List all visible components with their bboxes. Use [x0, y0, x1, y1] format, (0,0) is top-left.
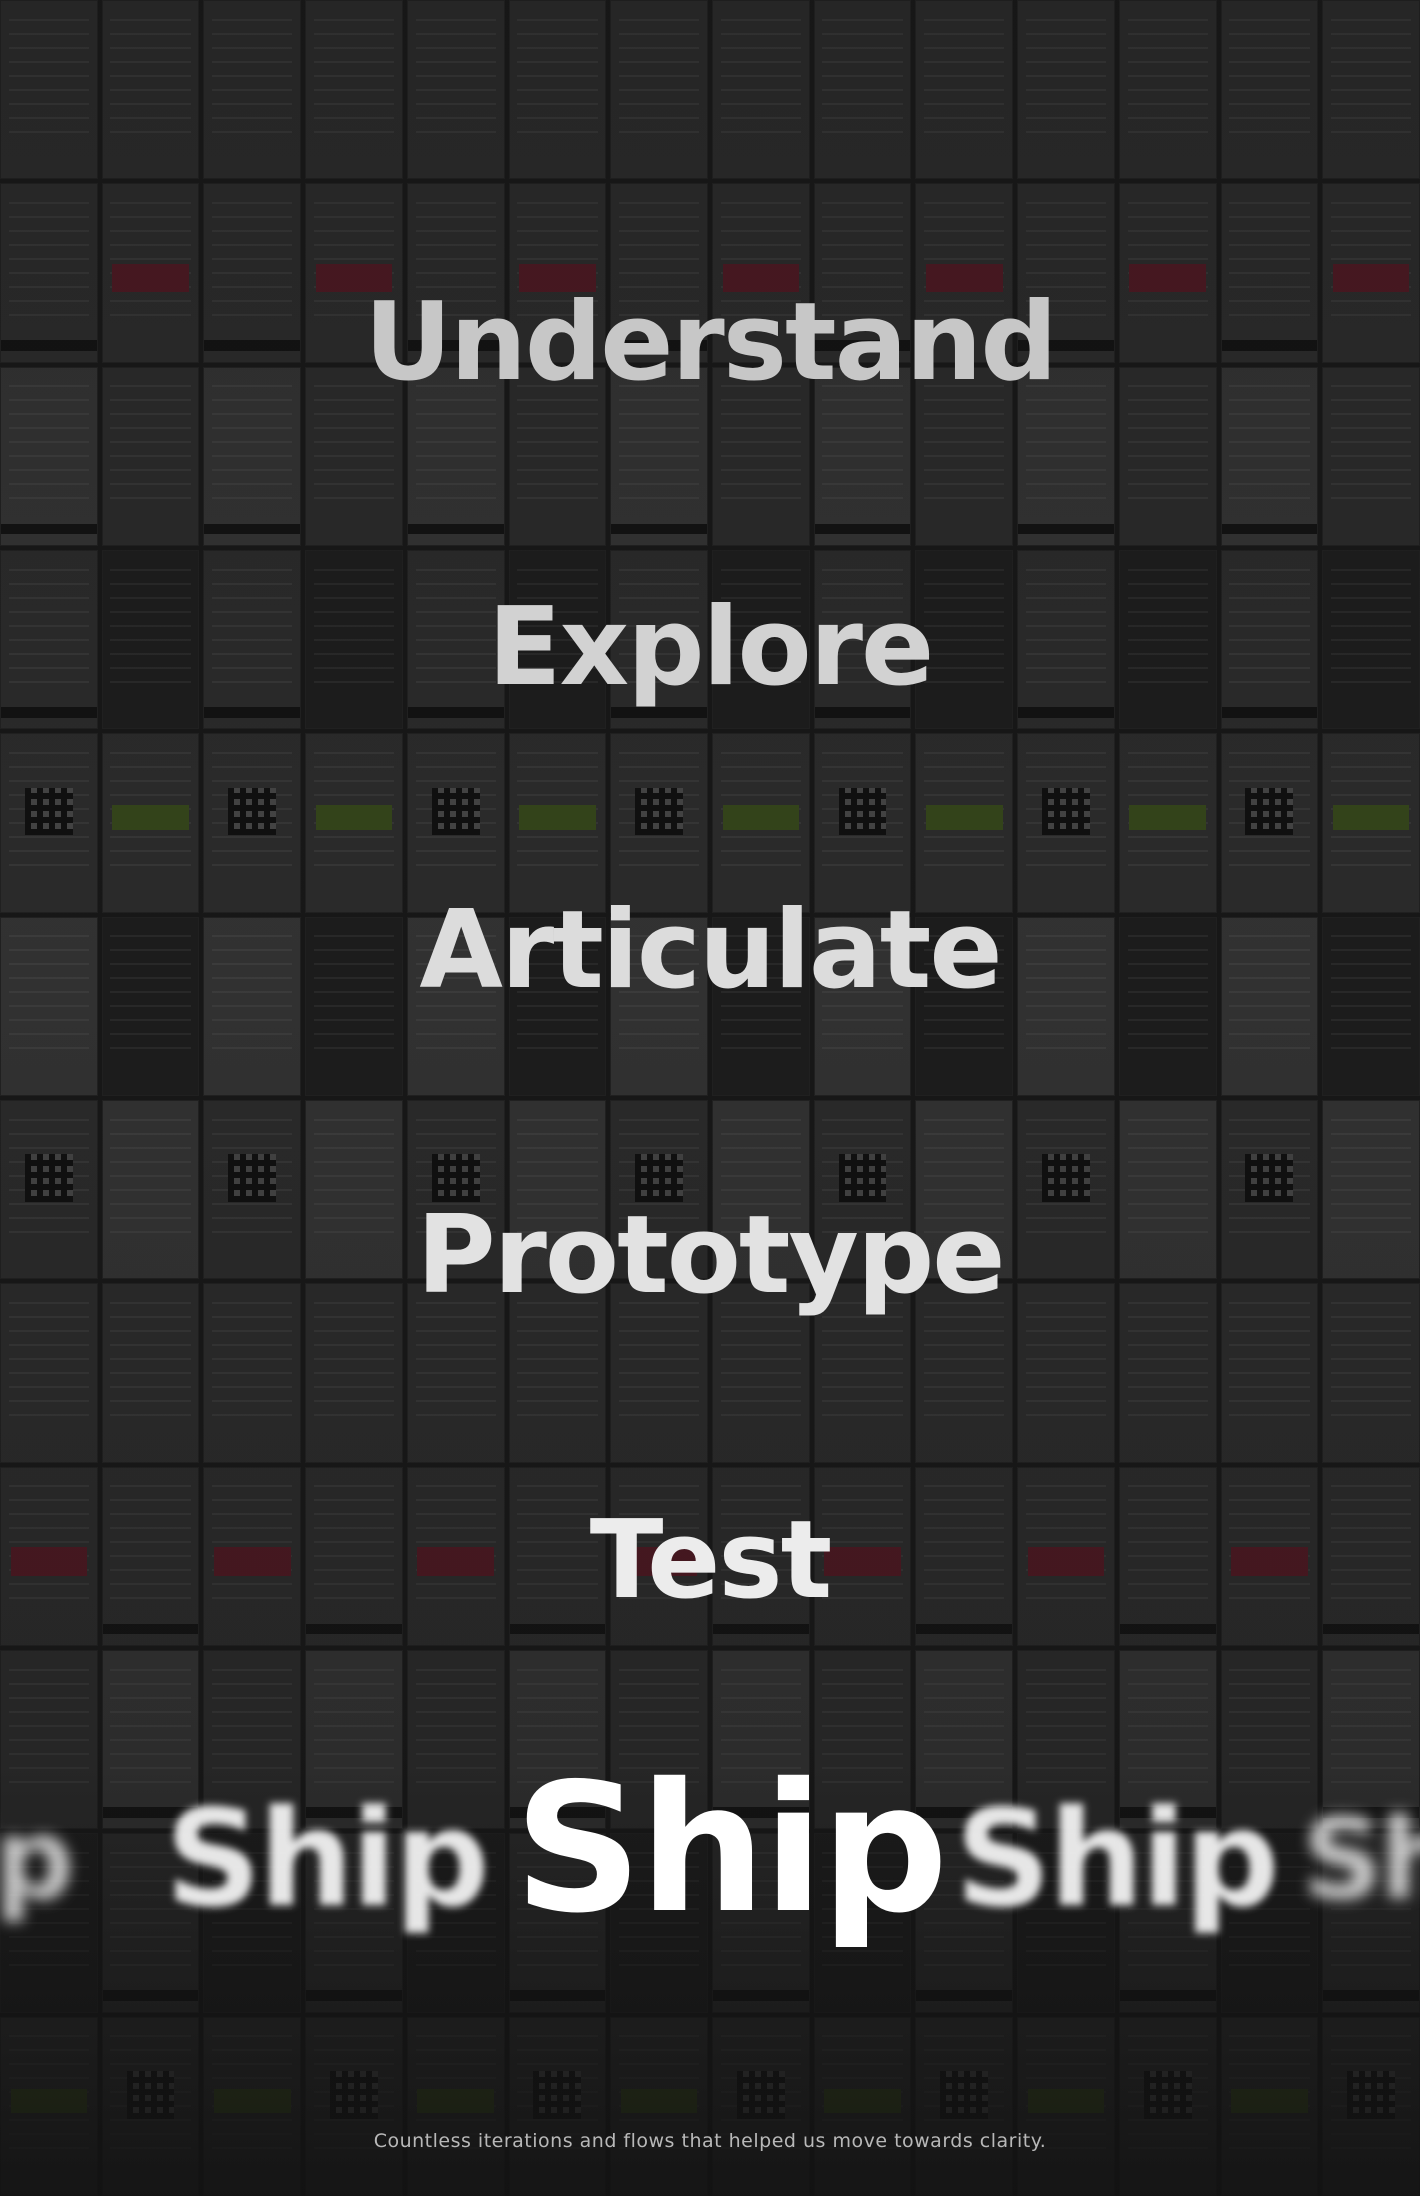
ship-echo-far-left: hip: [0, 1795, 74, 1925]
ship-row: hip Ship Ship Ship Sh: [0, 1760, 1420, 1950]
ship-echo-right: Ship: [955, 1781, 1280, 1937]
caption: Countless iterations and flows that help…: [373, 2130, 1047, 2152]
stage-explore: Explore: [487, 585, 934, 710]
ship-echo-left: Ship: [165, 1781, 490, 1937]
ship-title: Ship: [514, 1745, 948, 1952]
stage-prototype: Prototype: [416, 1193, 1005, 1318]
process-poster: Understand Explore Articulate Prototype …: [0, 0, 1420, 2196]
stage-understand: Understand: [364, 280, 1057, 405]
stage-articulate: Articulate: [419, 888, 1002, 1013]
stage-test: Test: [589, 1498, 832, 1623]
ship-echo-far-right: Sh: [1302, 1795, 1420, 1925]
